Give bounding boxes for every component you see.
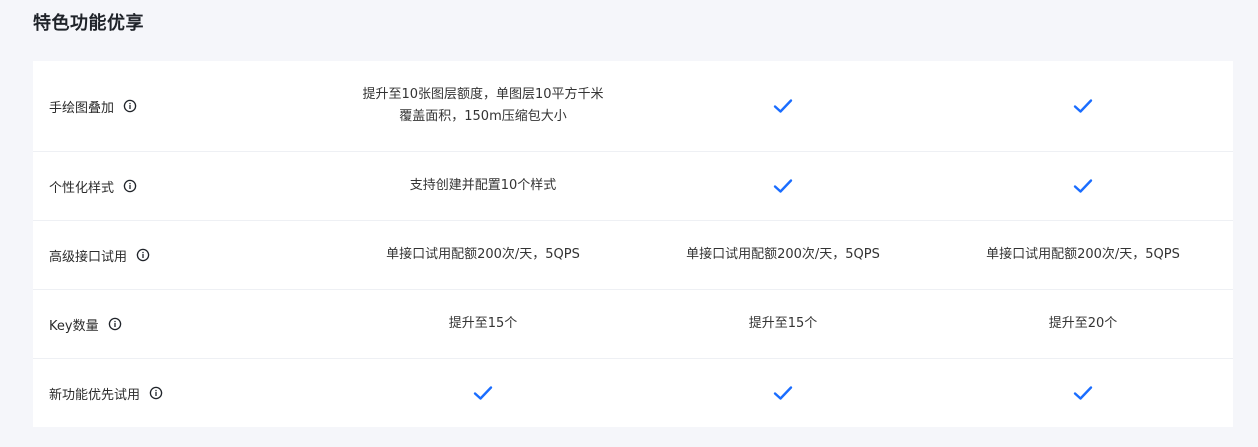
table-row-advanced-api-trial: 高级接口试用 单接口试用配额200次/天，5QPS 单接口试用配额200次/天，… [33,221,1233,290]
table-row-hand-drawn-overlay: 手绘图叠加 提升至10张图层额度，单图层10平方千米覆盖面积，150m压缩包大小 [33,61,1233,152]
check-icon [1073,178,1093,194]
table-row-custom-style: 个性化样式 支持创建并配置10个样式 [33,152,1233,221]
table-row-new-feature-priority-trial: 新功能优先试用 [33,359,1233,427]
value-cell [633,98,933,114]
check-icon [773,98,793,114]
row-label-cell: 手绘图叠加 [33,97,333,116]
value-cell: 单接口试用配额200次/天，5QPS [333,244,633,266]
value-text: 提升至10张图层额度，单图层10平方千米覆盖面积，150m压缩包大小 [362,87,604,124]
value-text: 单接口试用配额200次/天，5QPS [386,247,580,262]
row-label: 手绘图叠加 [49,100,115,116]
info-icon[interactable] [149,386,163,400]
value-text: 支持创建并配置10个样式 [409,178,557,193]
row-label: 新功能优先试用 [49,387,141,403]
value-text: 单接口试用配额200次/天，5QPS [686,247,880,262]
row-label: 高级接口试用 [49,249,128,265]
check-icon [1073,98,1093,114]
check-icon [1073,385,1093,401]
row-label-cell: 个性化样式 [33,177,333,196]
info-icon[interactable] [123,179,137,193]
feature-comparison-table: 手绘图叠加 提升至10张图层额度，单图层10平方千米覆盖面积，150m压缩包大小… [33,61,1233,427]
row-label-cell: 新功能优先试用 [33,384,333,403]
value-cell [633,385,933,401]
value-cell: 单接口试用配额200次/天，5QPS [633,244,933,266]
value-cell: 提升至15个 [633,313,933,335]
value-cell [933,98,1233,114]
value-cell: 支持创建并配置10个样式 [333,175,633,197]
info-icon[interactable] [123,99,137,113]
row-label-cell: 高级接口试用 [33,246,333,265]
check-icon [473,385,493,401]
value-text: 提升至15个 [448,316,518,331]
value-cell: 提升至20个 [933,313,1233,335]
check-icon [773,178,793,194]
value-cell [933,178,1233,194]
value-text: 提升至20个 [1048,316,1118,331]
value-text: 提升至15个 [748,316,818,331]
value-cell: 提升至15个 [333,313,633,335]
value-cell: 提升至10张图层额度，单图层10平方千米覆盖面积，150m压缩包大小 [333,84,633,128]
row-label: 个性化样式 [49,180,115,196]
value-cell [933,385,1233,401]
info-icon[interactable] [108,317,122,331]
table-row-key-count: Key数量 提升至15个 提升至15个 提升至20个 [33,290,1233,359]
section-title: 特色功能优享 [33,13,144,34]
check-icon [773,385,793,401]
row-label-cell: Key数量 [33,315,333,334]
value-cell [633,178,933,194]
row-label: Key数量 [49,318,99,334]
value-text: 单接口试用配额200次/天，5QPS [986,247,1180,262]
value-cell: 单接口试用配额200次/天，5QPS [933,244,1233,266]
info-icon[interactable] [136,248,150,262]
value-cell [333,385,633,401]
